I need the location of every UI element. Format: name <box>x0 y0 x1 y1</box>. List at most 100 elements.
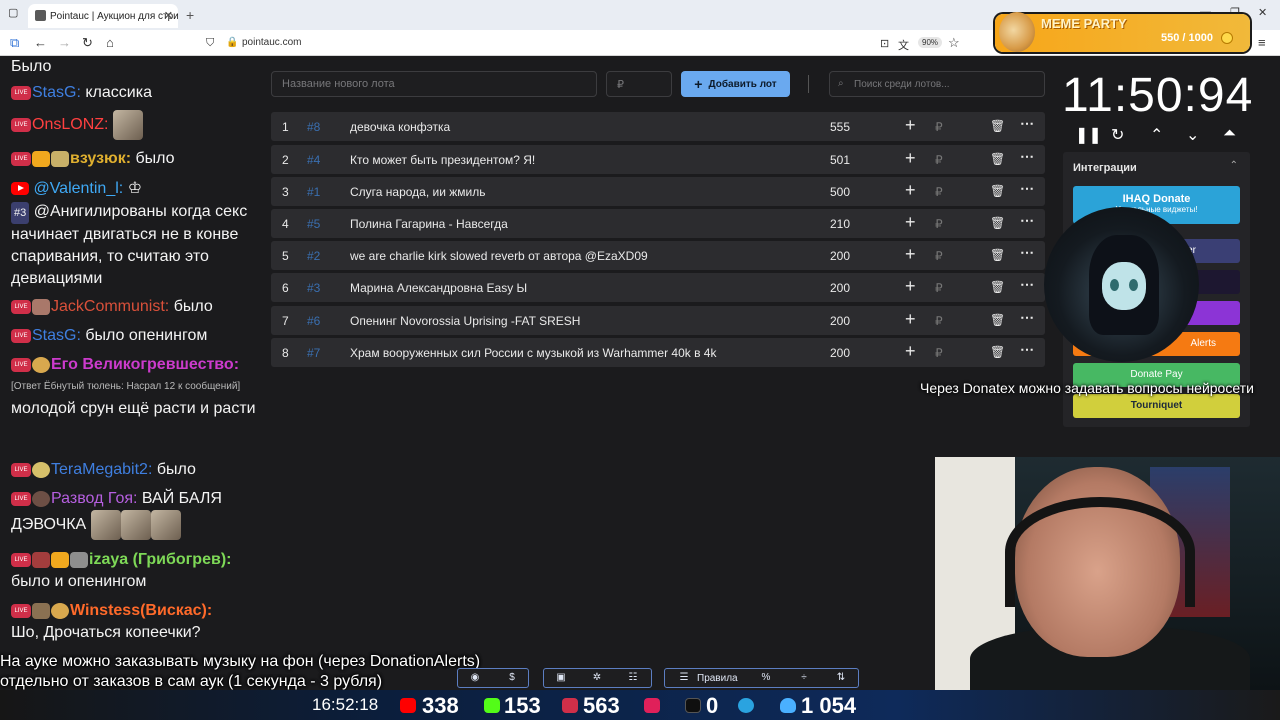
shield-icon[interactable]: ⛉ <box>206 37 214 50</box>
lot-name[interactable]: Храм вооруженных сил России с музыкой из… <box>350 346 716 360</box>
ruble-icon[interactable]: ₽ <box>935 346 943 360</box>
trash-icon[interactable]: 🗑 <box>990 313 1005 327</box>
add-amount-icon[interactable]: + <box>905 244 916 265</box>
lot-amount[interactable]: 200 <box>830 281 850 295</box>
live-badge-icon: LIVE <box>11 357 31 372</box>
more-icon[interactable]: ⋯ <box>1020 212 1034 229</box>
new-lot-input[interactable]: Название нового лота <box>271 71 597 97</box>
sort-icon[interactable]: ⇅ <box>832 672 850 683</box>
more-icon[interactable]: ⋯ <box>1020 180 1034 197</box>
integration-label: Donate Pay <box>1130 369 1183 380</box>
trash-icon[interactable]: 🗑 <box>990 216 1005 230</box>
ruble-icon[interactable]: ₽ <box>935 185 943 199</box>
lot-price-input[interactable]: ₽ <box>606 71 672 97</box>
save-icon[interactable]: ▣ <box>552 672 570 683</box>
chat-username: JackCommunist: <box>51 298 170 315</box>
ruble-icon[interactable]: ₽ <box>935 249 943 263</box>
trash-icon[interactable]: 🗑 <box>990 248 1005 262</box>
dollar-icon[interactable]: $ <box>503 672 521 683</box>
new-tab-icon[interactable]: + <box>186 7 194 23</box>
ruble-icon[interactable]: ₽ <box>935 281 943 295</box>
menu-icon[interactable]: ≡ <box>1258 35 1266 50</box>
split-icon[interactable]: ÷ <box>795 672 813 683</box>
pause-icon[interactable]: ❚❚ <box>1075 125 1102 145</box>
github-icon[interactable]: ◉ <box>466 672 484 683</box>
lot-name[interactable]: Марина Александровна Easy Ы <box>350 281 527 295</box>
add-amount-icon[interactable]: + <box>905 341 916 362</box>
percent-icon[interactable]: % <box>757 672 775 683</box>
badge-icon <box>51 602 69 619</box>
telegram-icon <box>738 698 754 713</box>
rules-button[interactable]: Правила <box>697 673 738 684</box>
forward-icon[interactable]: → <box>58 35 71 50</box>
lot-row[interactable]: 5 #2 we are charlie kirk slowed reverb о… <box>271 241 1045 270</box>
more-icon[interactable]: ⋯ <box>1020 341 1034 358</box>
bug-icon[interactable]: ✲ <box>588 672 606 683</box>
decrease-time-icon[interactable]: ⌄ <box>1186 125 1199 145</box>
url-field[interactable]: pointauc.com <box>242 37 301 48</box>
lot-name[interactable]: Слуга народа, ии жмиль <box>350 185 486 199</box>
trash-icon[interactable]: 🗑 <box>990 345 1005 359</box>
more-icon[interactable]: ⋯ <box>1020 148 1034 165</box>
lot-row[interactable]: 8 #7 Храм вооруженных сил России с музык… <box>271 338 1045 367</box>
trash-icon[interactable]: 🗑 <box>990 152 1005 166</box>
close-tab-icon[interactable]: ✕ <box>164 9 173 22</box>
lot-row[interactable]: 6 #3 Марина Александровна Easy Ы 200 + ₽… <box>271 273 1045 302</box>
lot-name[interactable]: девочка конфэтка <box>350 120 450 134</box>
live-badge-icon: LIVE <box>11 118 31 132</box>
bookmark-star-icon[interactable]: ☆ <box>948 35 960 51</box>
add-lot-button[interactable]: + Добавить лот <box>681 71 790 97</box>
reload-icon[interactable]: ↻ <box>82 35 93 51</box>
tourniquet-button[interactable]: Tourniquet <box>1073 394 1240 418</box>
back-icon[interactable]: ← <box>34 35 47 50</box>
lot-name[interactable]: Опенинг Novorossia Uprising -FAT SRESH <box>350 314 580 328</box>
lot-row[interactable]: 7 #6 Опенинг Novorossia Uprising -FAT SR… <box>271 306 1045 335</box>
lot-amount[interactable]: 500 <box>830 185 850 199</box>
add-amount-icon[interactable]: + <box>905 180 916 201</box>
lot-amount[interactable]: 200 <box>830 314 850 328</box>
reset-timer-icon[interactable]: ↻ <box>1111 125 1124 145</box>
lot-amount[interactable]: 555 <box>830 120 850 134</box>
lot-search-input[interactable]: ⌕ Поиск среди лотов... <box>829 71 1045 97</box>
zoom-level[interactable]: 90% <box>918 37 943 48</box>
lot-amount[interactable]: 200 <box>830 346 850 360</box>
trash-icon[interactable]: 🗑 <box>990 280 1005 294</box>
history-icon[interactable]: ☷ <box>624 672 642 683</box>
sidebar-icon[interactable]: ⧉ <box>10 35 19 51</box>
ruble-icon[interactable]: ₽ <box>935 314 943 328</box>
lot-amount[interactable]: 210 <box>830 217 850 231</box>
add-amount-icon[interactable]: + <box>905 115 916 136</box>
lot-row[interactable]: 1 #8 девочка конфэтка 555 + ₽ 🗑 ⋯ <box>271 112 1045 141</box>
more-icon[interactable]: ⋯ <box>1020 309 1034 326</box>
more-icon[interactable]: ⋯ <box>1020 115 1034 132</box>
add-amount-icon[interactable]: + <box>905 276 916 297</box>
ruble-icon[interactable]: ₽ <box>935 217 943 231</box>
increase-time-icon[interactable]: ⌃ <box>1150 125 1163 145</box>
trash-icon[interactable]: 🗑 <box>990 119 1005 133</box>
add-amount-icon[interactable]: + <box>905 148 916 169</box>
lot-name[interactable]: Кто может быть президентом? Я! <box>350 153 535 167</box>
tab-list-icon[interactable]: ▢ <box>8 6 18 19</box>
add-amount-icon[interactable]: + <box>905 212 916 233</box>
add-amount-icon[interactable]: + <box>905 309 916 330</box>
ruble-icon[interactable]: ₽ <box>935 153 943 167</box>
double-up-icon[interactable]: ⏶ <box>1223 125 1236 143</box>
more-icon[interactable]: ⋯ <box>1020 244 1034 261</box>
more-icon[interactable]: ⋯ <box>1020 276 1034 293</box>
lot-row[interactable]: 4 #5 Полина Гагарина - Навсегда 210 + ₽ … <box>271 209 1045 238</box>
translate-icon[interactable]: 文 <box>898 37 909 53</box>
lot-name[interactable]: we are charlie kirk slowed reverb от авт… <box>350 249 648 263</box>
lot-row[interactable]: 3 #1 Слуга народа, ии жмиль 500 + ₽ 🗑 ⋯ <box>271 177 1045 206</box>
lot-amount[interactable]: 501 <box>830 153 850 167</box>
collapse-icon[interactable]: ⌃ <box>1230 160 1238 171</box>
trash-icon[interactable]: 🗑 <box>990 184 1005 198</box>
browser-tab[interactable]: Pointauc | Аукцион для стриме ✕ <box>28 4 178 28</box>
home-icon[interactable]: ⌂ <box>106 35 114 50</box>
lot-name[interactable]: Полина Гагарина - Навсегда <box>350 217 508 231</box>
close-window-icon[interactable]: ✕ <box>1258 6 1267 19</box>
emote-icon <box>120 510 151 540</box>
lot-amount[interactable]: 200 <box>830 249 850 263</box>
ruble-icon[interactable]: ₽ <box>935 120 943 134</box>
lot-row[interactable]: 2 #4 Кто может быть президентом? Я! 501 … <box>271 145 1045 174</box>
download-page-icon[interactable]: ⊡ <box>880 37 889 50</box>
